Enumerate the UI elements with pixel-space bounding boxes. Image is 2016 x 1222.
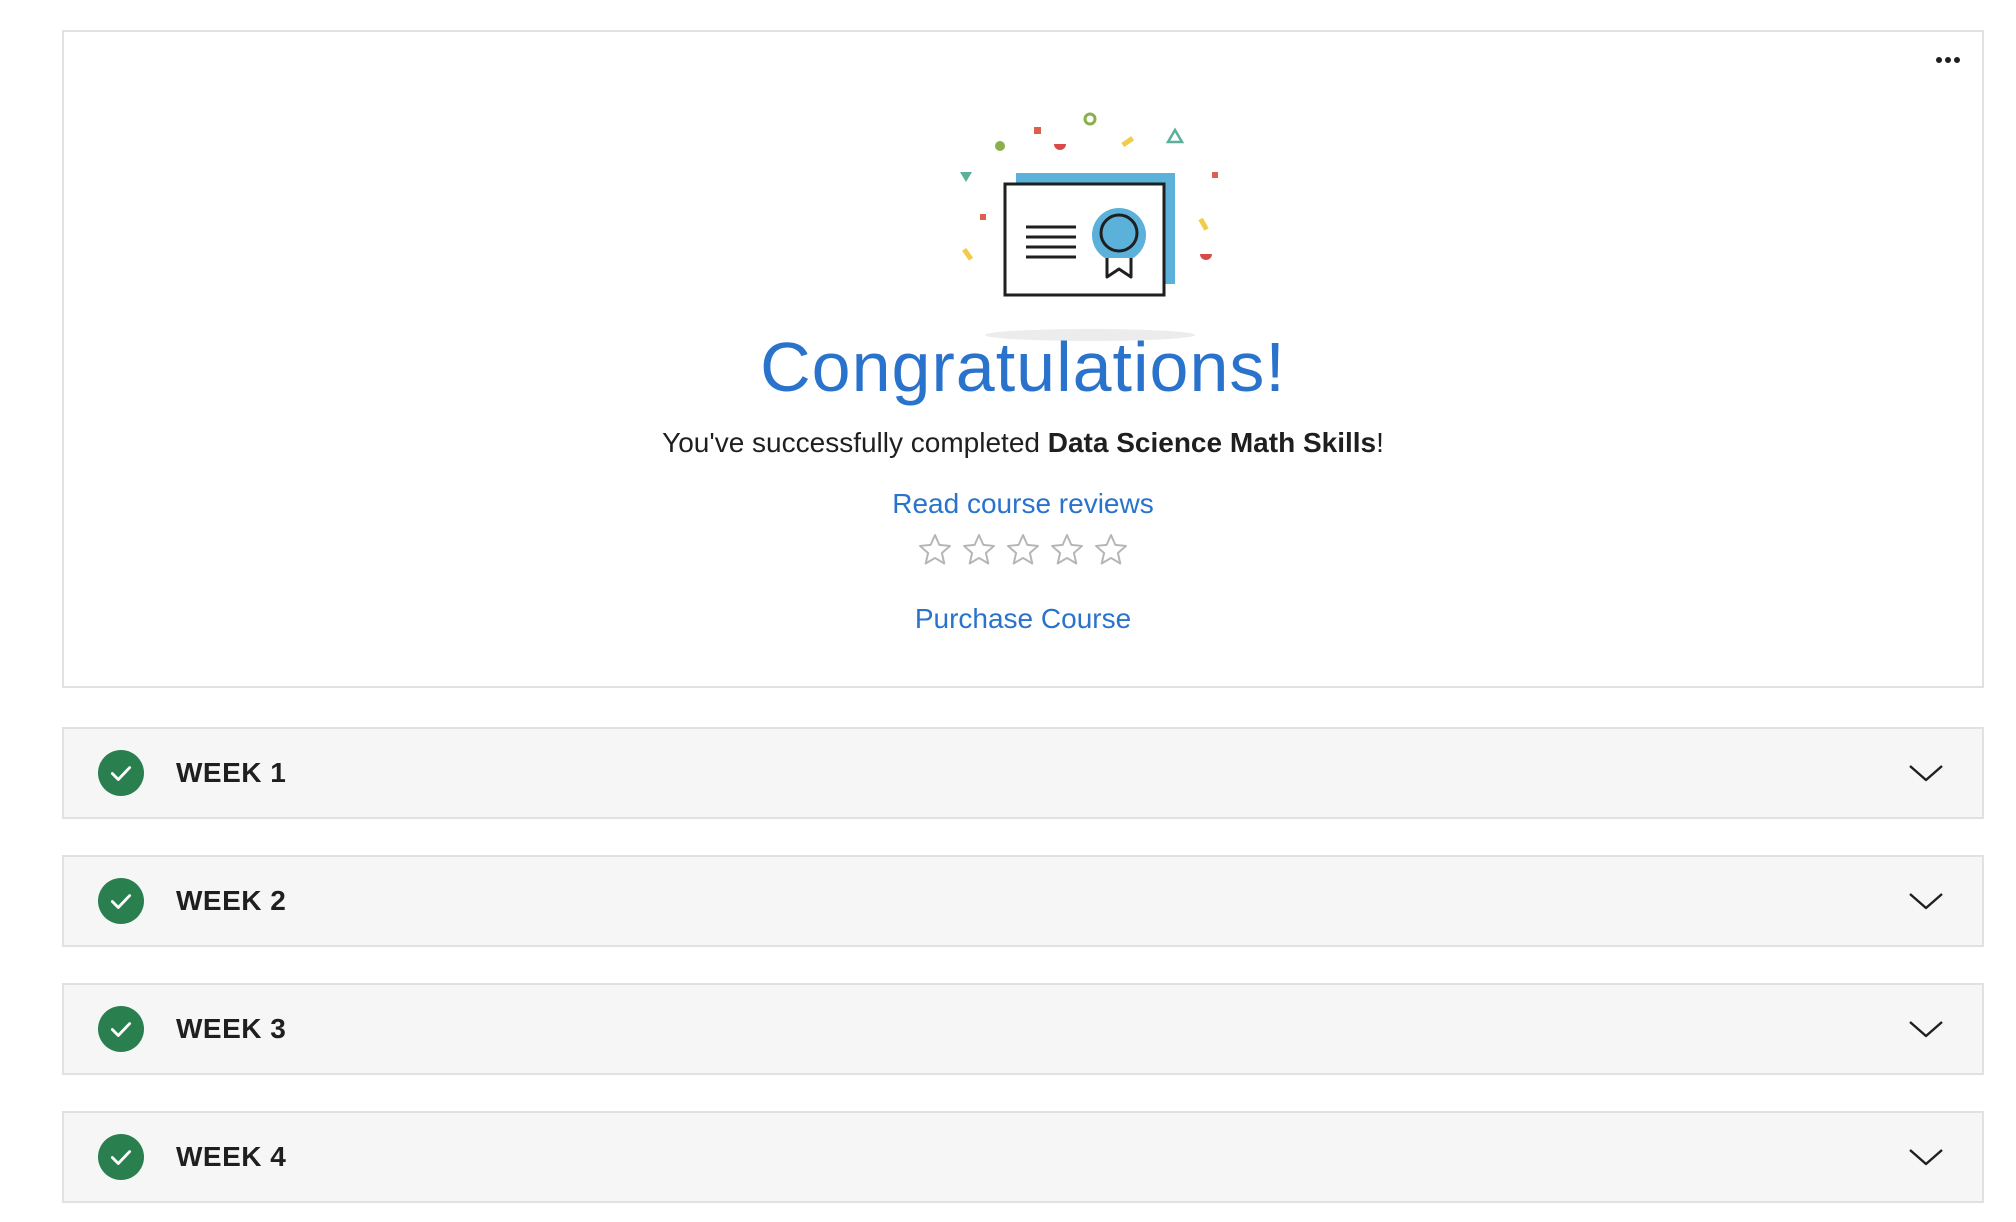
course-name: Data Science Math Skills [1047, 427, 1377, 458]
chevron-down-icon[interactable] [1908, 889, 1944, 913]
star-rating [64, 532, 1982, 568]
star-icon[interactable] [1093, 532, 1129, 568]
certificate-illustration [960, 112, 1218, 341]
checkmark-icon [98, 1134, 144, 1180]
completion-message: You've successfully completed Data Scien… [662, 427, 1384, 458]
week-label: WEEK 4 [176, 1141, 287, 1172]
checkmark-icon [98, 750, 144, 796]
week-label: WEEK 1 [176, 757, 287, 788]
purchase-course-link[interactable]: Purchase Course [64, 603, 1982, 635]
chevron-down-icon[interactable] [1908, 1017, 1944, 1041]
more-options-button[interactable] [1930, 48, 1966, 72]
week-row-1[interactable]: WEEK 1 [62, 727, 1984, 819]
week-row-4[interactable]: WEEK 4 [62, 1111, 1984, 1203]
more-horizontal-icon [1936, 57, 1942, 63]
week-label: WEEK 2 [176, 885, 287, 916]
star-icon[interactable] [961, 532, 997, 568]
star-icon[interactable] [1049, 532, 1085, 568]
congratulations-title: Congratulations! [760, 328, 1286, 406]
completion-card: Congratulations! You've successfully com… [62, 30, 1984, 688]
star-icon[interactable] [917, 532, 953, 568]
week-label: WEEK 3 [176, 1013, 287, 1044]
week-row-3[interactable]: WEEK 3 [62, 983, 1984, 1075]
checkmark-icon [98, 878, 144, 924]
checkmark-icon [98, 1006, 144, 1052]
chevron-down-icon[interactable] [1908, 761, 1944, 785]
star-icon[interactable] [1005, 532, 1041, 568]
course-home-page: Congratulations! You've successfully com… [0, 0, 2016, 1222]
read-course-reviews-link[interactable]: Read course reviews [64, 488, 1982, 520]
chevron-down-icon[interactable] [1908, 1145, 1944, 1169]
week-row-2[interactable]: WEEK 2 [62, 855, 1984, 947]
